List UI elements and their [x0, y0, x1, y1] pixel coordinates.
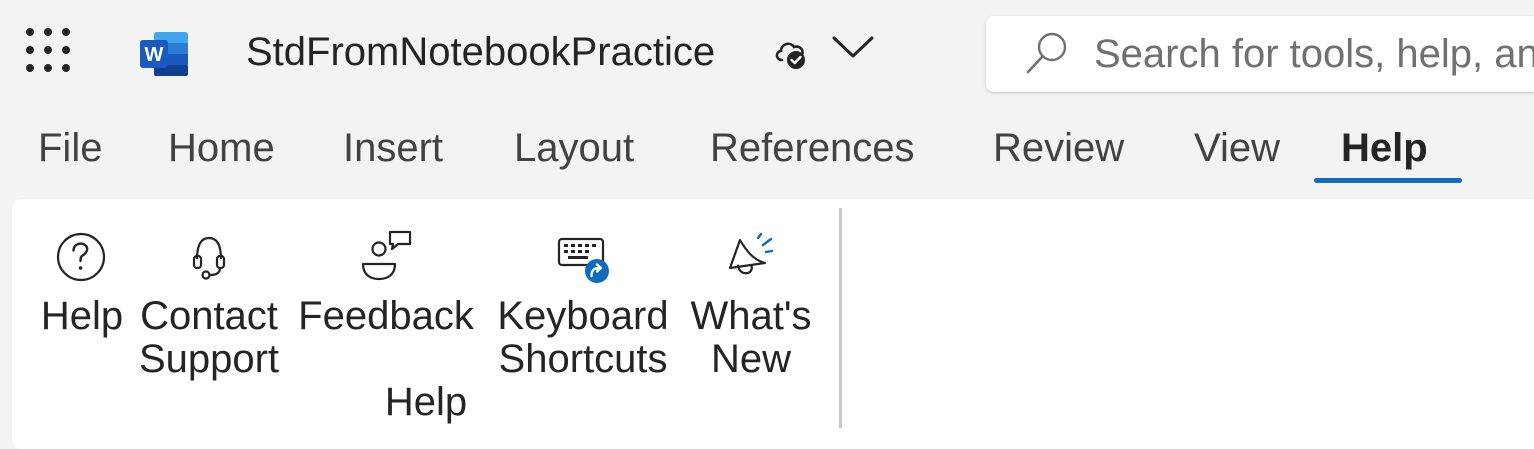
headset-icon [192, 236, 226, 280]
document-title[interactable]: StdFromNotebookPractice [246, 28, 715, 76]
keyboard-shortcuts-button[interactable]: Keyboard Shortcuts [490, 199, 676, 435]
tab-references[interactable]: References [710, 124, 915, 172]
tab-layout[interactable]: Layout [514, 124, 634, 172]
help-circle-icon [56, 232, 106, 282]
keyboard-shortcuts-label-line1: Keyboard [497, 294, 669, 338]
tab-insert[interactable]: Insert [343, 124, 443, 172]
active-tab-indicator [1314, 178, 1462, 183]
tab-view[interactable]: View [1194, 124, 1280, 172]
tab-help[interactable]: Help [1341, 124, 1428, 172]
chevron-down-icon[interactable] [830, 30, 876, 66]
tab-review[interactable]: Review [993, 124, 1124, 172]
search-input[interactable] [1094, 28, 1534, 80]
contact-support-button[interactable]: Contact Support [132, 199, 286, 435]
tab-file[interactable]: File [38, 124, 102, 172]
megaphone-icon [728, 232, 774, 275]
keyboard-shortcuts-icon [557, 237, 609, 283]
feedback-label-line1: Feedback [298, 294, 474, 338]
word-logo-icon: W [140, 32, 188, 76]
keyboard-shortcuts-label-line2: Shortcuts [498, 337, 668, 381]
help-button[interactable]: Help [32, 199, 132, 435]
svg-text:W: W [145, 44, 164, 66]
ribbon-help-panel: Help Contact Support Feedback Help Keybo… [12, 199, 1534, 449]
whats-new-button[interactable]: What's New [684, 199, 818, 435]
feedback-help-button[interactable]: Feedback Help [292, 199, 480, 435]
help-button-label: Help [40, 294, 124, 338]
ribbon-tabs: File Home Insert Layout References Revie… [0, 118, 1534, 188]
contact-support-label-line2: Support [138, 337, 280, 381]
search-box[interactable] [986, 16, 1534, 92]
whats-new-label-line2: New [710, 337, 792, 381]
app-launcher-grid-icon[interactable] [26, 28, 70, 72]
ribbon-group-divider [839, 208, 842, 428]
tab-home[interactable]: Home [168, 124, 275, 172]
whats-new-label-line1: What's [690, 294, 812, 338]
title-bar: W StdFromNotebookPractice [0, 0, 1534, 105]
contact-support-label-line1: Contact [140, 294, 278, 338]
cloud-saved-icon[interactable] [773, 34, 811, 72]
search-icon [1026, 32, 1067, 74]
person-feedback-icon [361, 230, 412, 281]
